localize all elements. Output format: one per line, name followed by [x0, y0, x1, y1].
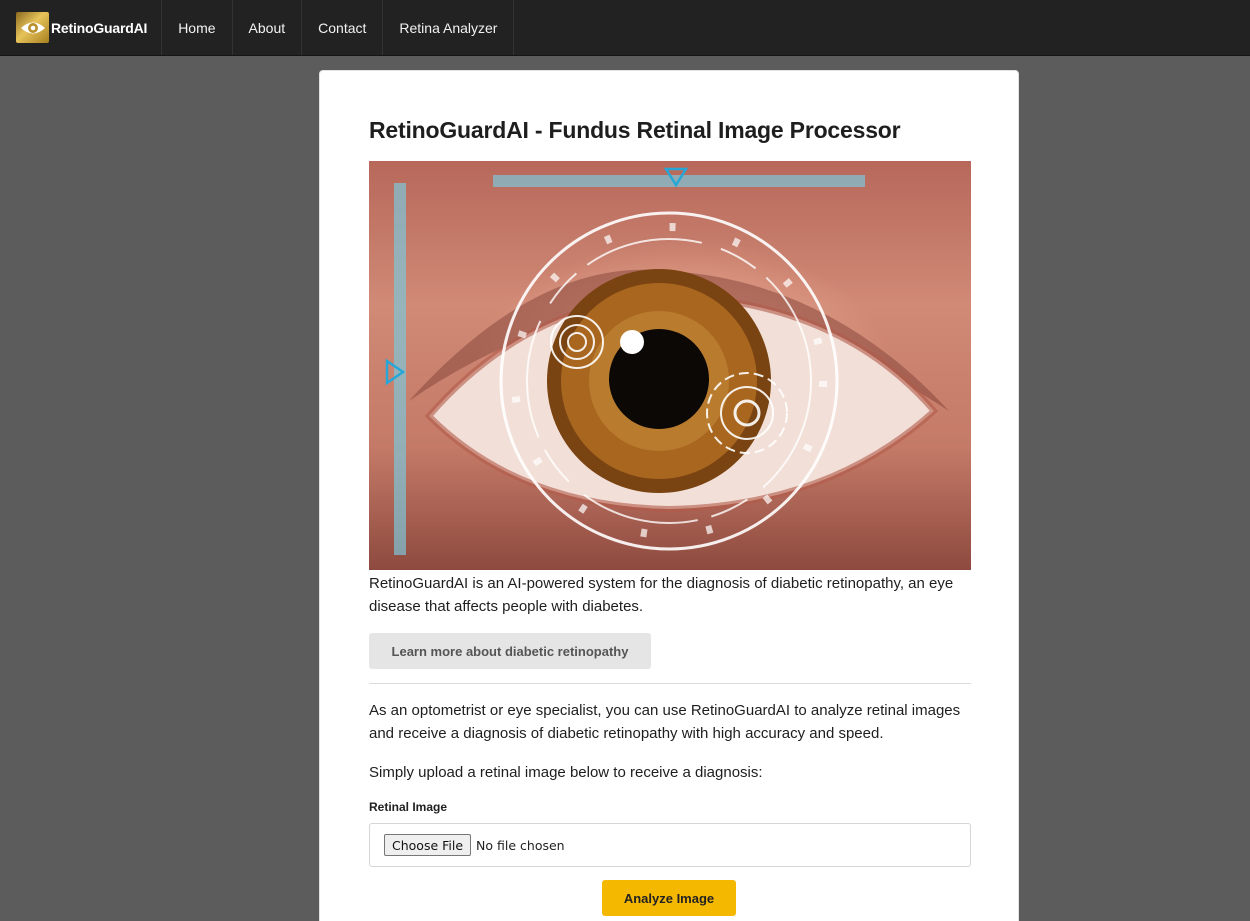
- file-upload-field[interactable]: Choose File No file chosen: [369, 823, 971, 867]
- section-divider: [369, 683, 971, 684]
- usage-paragraph: As an optometrist or eye specialist, you…: [369, 702, 961, 742]
- brand[interactable]: RetinoGuardAI: [0, 0, 163, 55]
- brand-name: RetinoGuardAI: [51, 19, 148, 36]
- main-card: RetinoGuardAI - Fundus Retinal Image Pro…: [319, 70, 1019, 921]
- page-title: RetinoGuardAI - Fundus Retinal Image Pro…: [369, 117, 901, 143]
- choose-file-button[interactable]: Choose File: [384, 834, 472, 856]
- nav-link-contact[interactable]: Contact: [302, 0, 384, 55]
- retinal-image-label: Retinal Image: [369, 800, 448, 814]
- eye-logo-icon: [16, 12, 49, 43]
- nav-link-home[interactable]: Home: [162, 0, 233, 55]
- file-status-text: No file chosen: [476, 837, 565, 853]
- nav-link-retina-analyzer[interactable]: Retina Analyzer: [383, 0, 515, 55]
- upload-instruction: Simply upload a retinal image below to r…: [369, 764, 763, 781]
- analyze-image-button[interactable]: Analyze Image: [602, 880, 736, 916]
- hero-eye-image: [369, 161, 971, 570]
- intro-description: RetinoGuardAI is an AI-powered system fo…: [369, 575, 954, 615]
- top-navbar: RetinoGuardAI Home About Contact Retina …: [0, 0, 1250, 56]
- nav-link-about[interactable]: About: [233, 0, 303, 55]
- learn-more-button[interactable]: Learn more about diabetic retinopathy: [369, 633, 651, 669]
